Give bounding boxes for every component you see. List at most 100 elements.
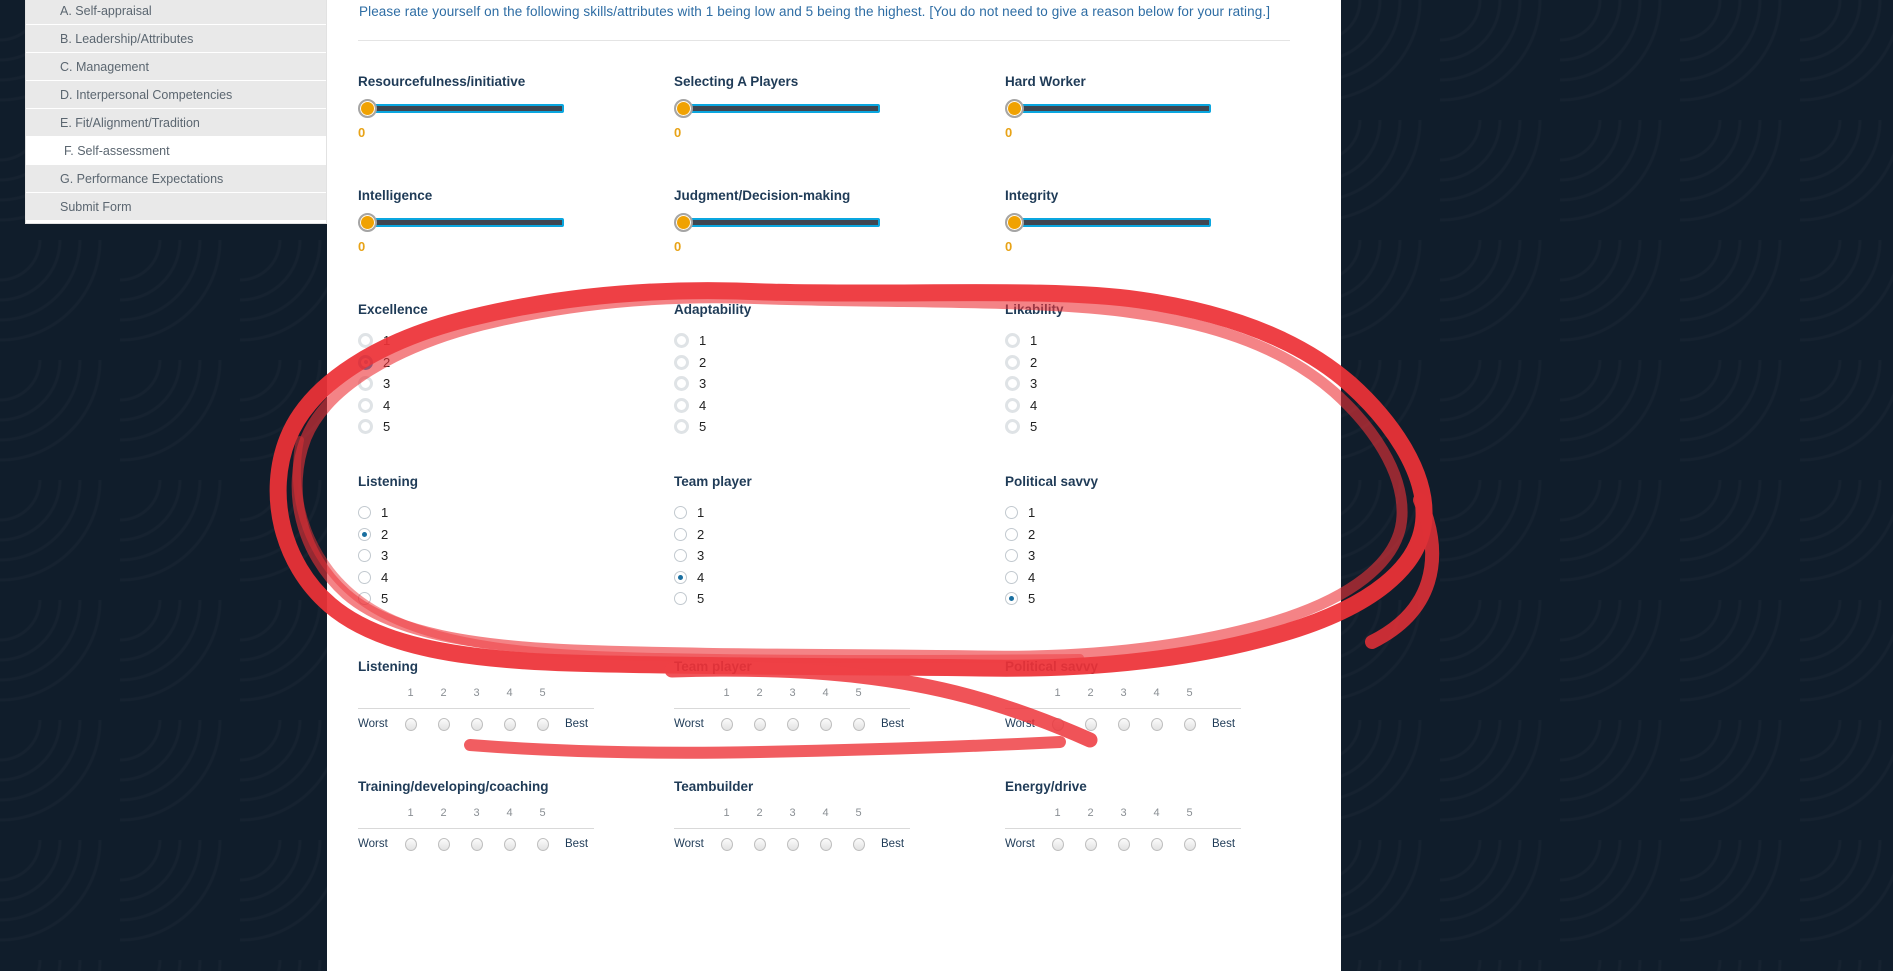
radio-icon-selected[interactable] <box>1005 592 1018 606</box>
slider-control[interactable] <box>1005 213 1211 232</box>
scale-radio-icon[interactable] <box>1183 717 1196 731</box>
sidebar-item-a[interactable]: A. Self-appraisal <box>26 0 326 25</box>
slider-control[interactable] <box>358 213 564 232</box>
radio-option[interactable]: 1 <box>1005 502 1305 524</box>
scale-option[interactable] <box>743 717 776 731</box>
radio-option[interactable]: 2 <box>1005 352 1305 374</box>
radio-option[interactable]: 4 <box>1005 395 1305 417</box>
scale-option[interactable] <box>842 717 875 731</box>
radio-icon[interactable] <box>674 376 689 392</box>
slider-handle[interactable] <box>358 213 377 232</box>
radio-icon[interactable] <box>1005 397 1020 413</box>
scale-option[interactable] <box>427 837 460 851</box>
scale-option[interactable] <box>1074 717 1107 731</box>
radio-icon[interactable] <box>674 419 689 435</box>
scale-radio-icon[interactable] <box>1150 837 1163 851</box>
scale-option[interactable] <box>1173 717 1206 731</box>
radio-icon[interactable] <box>1005 506 1018 520</box>
scale-option[interactable] <box>460 837 493 851</box>
radio-option[interactable]: 2 <box>674 352 974 374</box>
radio-option[interactable]: 5 <box>1005 416 1305 438</box>
radio-icon[interactable] <box>358 333 373 349</box>
scale-radio-icon[interactable] <box>404 837 417 851</box>
scale-radio-icon[interactable] <box>819 837 832 851</box>
scale-option[interactable] <box>710 717 743 731</box>
radio-option[interactable]: 4 <box>358 567 658 589</box>
scale-radio-icon[interactable] <box>819 717 832 731</box>
scale-option[interactable] <box>394 717 427 731</box>
scale-radio-icon[interactable] <box>1084 837 1097 851</box>
scale-radio-icon[interactable] <box>470 837 483 851</box>
radio-icon[interactable] <box>358 376 373 392</box>
radio-icon-selected[interactable] <box>358 527 371 541</box>
radio-option[interactable]: 5 <box>674 416 974 438</box>
scale-option[interactable] <box>1173 837 1206 851</box>
scale-radio-icon[interactable] <box>1117 837 1130 851</box>
radio-icon[interactable] <box>1005 549 1018 563</box>
scale-radio-icon[interactable] <box>753 717 766 731</box>
radio-icon[interactable] <box>1005 419 1020 435</box>
scale-radio-icon[interactable] <box>786 717 799 731</box>
radio-option[interactable]: 4 <box>1005 567 1305 589</box>
scale-radio-icon[interactable] <box>437 837 450 851</box>
scale-option[interactable] <box>1074 837 1107 851</box>
scale-radio-icon[interactable] <box>720 717 733 731</box>
sidebar-item-g[interactable]: G. Performance Expectations <box>26 165 326 193</box>
radio-option[interactable]: 3 <box>674 545 974 567</box>
radio-icon[interactable] <box>674 592 687 606</box>
radio-icon-selected[interactable] <box>358 354 373 370</box>
radio-option[interactable]: 2 <box>358 524 658 546</box>
radio-icon[interactable] <box>1005 527 1018 541</box>
radio-icon[interactable] <box>1005 376 1020 392</box>
radio-option[interactable]: 3 <box>1005 373 1305 395</box>
scale-option[interactable] <box>1140 717 1173 731</box>
radio-option[interactable]: 1 <box>1005 330 1305 352</box>
sidebar-item-f[interactable]: F. Self-assessment <box>26 137 326 165</box>
radio-icon[interactable] <box>358 570 371 584</box>
scale-option[interactable] <box>1041 837 1074 851</box>
radio-icon[interactable] <box>1005 333 1020 349</box>
radio-option[interactable]: 1 <box>358 330 658 352</box>
sidebar-item-submit-form[interactable]: Submit Form <box>26 193 326 221</box>
slider-control[interactable] <box>674 99 880 118</box>
sidebar-item-e[interactable]: E. Fit/Alignment/Tradition <box>26 109 326 137</box>
scale-radio-icon[interactable] <box>536 837 549 851</box>
radio-option[interactable]: 1 <box>674 502 974 524</box>
scale-option[interactable] <box>1140 837 1173 851</box>
radio-icon[interactable] <box>358 549 371 563</box>
scale-radio-icon[interactable] <box>503 837 516 851</box>
scale-radio-icon[interactable] <box>1117 717 1130 731</box>
radio-option[interactable]: 3 <box>674 373 974 395</box>
radio-icon[interactable] <box>358 592 371 606</box>
radio-icon[interactable] <box>358 397 373 413</box>
radio-option[interactable]: 5 <box>1005 588 1305 610</box>
scale-option[interactable] <box>809 837 842 851</box>
radio-option[interactable]: 3 <box>358 373 658 395</box>
radio-icon[interactable] <box>674 506 687 520</box>
scale-option[interactable] <box>776 837 809 851</box>
scale-radio-icon[interactable] <box>1051 717 1064 731</box>
radio-option[interactable]: 2 <box>674 524 974 546</box>
scale-option[interactable] <box>394 837 427 851</box>
scale-radio-icon[interactable] <box>786 837 799 851</box>
sidebar-item-d[interactable]: D. Interpersonal Competencies <box>26 81 326 109</box>
scale-radio-icon[interactable] <box>437 717 450 731</box>
scale-option[interactable] <box>1041 717 1074 731</box>
scale-radio-icon[interactable] <box>536 717 549 731</box>
radio-option[interactable]: 1 <box>358 502 658 524</box>
slider-handle[interactable] <box>674 99 693 118</box>
radio-option[interactable]: 4 <box>674 395 974 417</box>
radio-icon[interactable] <box>674 354 689 370</box>
scale-radio-icon[interactable] <box>404 717 417 731</box>
scale-option[interactable] <box>493 837 526 851</box>
scale-option[interactable] <box>1107 837 1140 851</box>
radio-icon[interactable] <box>674 333 689 349</box>
slider-control[interactable] <box>1005 99 1211 118</box>
scale-option[interactable] <box>710 837 743 851</box>
radio-icon[interactable] <box>674 549 687 563</box>
scale-radio-icon[interactable] <box>503 717 516 731</box>
scale-radio-icon[interactable] <box>753 837 766 851</box>
scale-option[interactable] <box>526 717 559 731</box>
scale-option[interactable] <box>776 717 809 731</box>
radio-icon[interactable] <box>674 397 689 413</box>
